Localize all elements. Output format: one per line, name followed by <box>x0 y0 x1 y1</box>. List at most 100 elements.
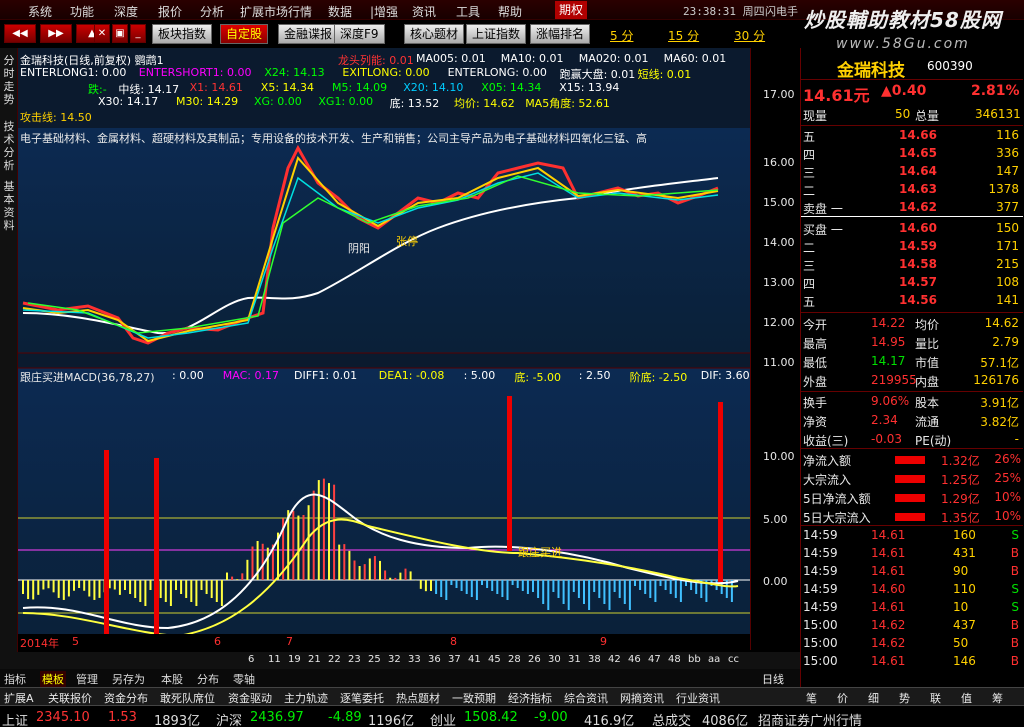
trade-row: 14:59 14.60 110 S <box>803 582 1023 599</box>
quote-tab[interactable]: 筹 <box>992 690 1003 706</box>
indicator-tab[interactable]: 零轴 <box>233 671 255 687</box>
left-tab[interactable]: 技术分析 <box>1 120 17 172</box>
indicator-value: MA020: 0.01 <box>578 52 649 65</box>
stat-value: 126176 <box>973 373 1019 387</box>
order-level: 买盘 一 <box>803 223 843 237</box>
first-page-icon[interactable]: ◀◀ <box>4 24 36 43</box>
macd-bar <box>98 580 101 598</box>
toolbar-button[interactable]: 深度F9 <box>334 24 385 44</box>
menu-item[interactable]: 扩展市场行情 <box>240 3 312 20</box>
last-page-icon[interactable]: ▶▶ <box>40 24 72 43</box>
indicator-value: X24: 14.13 <box>264 66 325 79</box>
toolbar-button[interactable]: 自定股 <box>220 24 269 44</box>
macd-bar <box>404 568 407 580</box>
quote-tab[interactable]: 笔 <box>806 690 817 706</box>
macd-bar <box>583 580 585 604</box>
period-tab[interactable]: 15 分 <box>668 27 699 44</box>
bottom-menu-item[interactable]: 经济指标 <box>508 690 552 706</box>
trade-price: 14.61 <box>871 654 906 668</box>
quote-tab[interactable]: 细 <box>868 690 879 706</box>
macd-bar <box>608 580 611 610</box>
menu-item[interactable]: 资讯 <box>412 3 436 20</box>
toolbar-button[interactable]: 板块指数 <box>152 24 213 44</box>
indicator-tab[interactable]: 指标 <box>4 671 26 687</box>
macd-bar <box>73 580 75 591</box>
macd-bar <box>333 484 336 580</box>
macd-bar <box>465 580 468 594</box>
quote-tab[interactable]: 值 <box>961 690 972 706</box>
bottom-menu-item[interactable]: 网摘资讯 <box>620 690 664 706</box>
menu-item[interactable]: 深度 <box>114 3 138 20</box>
macd-bar <box>644 580 647 594</box>
order-book-row: 四 14.65 336 <box>803 146 1023 163</box>
status-value: 总成交 <box>652 714 692 727</box>
bottom-menu-item[interactable]: 资金分布 <box>104 690 148 706</box>
quote-tab[interactable]: 势 <box>899 690 910 706</box>
indicator-tab[interactable]: 模板 <box>40 671 66 687</box>
menu-item[interactable]: 帮助 <box>498 3 522 20</box>
price-tick-label: 16.00 <box>763 156 795 169</box>
bottom-menu-item[interactable]: 资金驱动 <box>228 690 272 706</box>
close-small-icon[interactable]: ✕ <box>94 24 110 43</box>
toolbar-button[interactable]: 核心题材 <box>404 24 465 44</box>
day-tick: 11 <box>268 654 281 665</box>
restore-icon[interactable]: ▣ <box>112 24 128 43</box>
price-tick-label: 15.00 <box>763 196 795 209</box>
order-price: 14.59 <box>899 239 937 253</box>
indicator-tab[interactable]: 另存为 <box>112 671 145 687</box>
indicator-tab[interactable]: 分布 <box>197 671 219 687</box>
indicator-value: 跑赢大盘: 0.01 <box>559 68 636 81</box>
minimize-icon[interactable]: _ <box>130 24 146 43</box>
menu-item[interactable]: 功能 <box>70 3 94 20</box>
order-price: 14.62 <box>899 200 937 214</box>
bottom-menu-item[interactable]: 关联报价 <box>48 690 92 706</box>
bottom-menu-item[interactable]: 主力轨迹 <box>284 690 328 706</box>
left-tab[interactable]: 分时走势 <box>1 54 17 106</box>
bottom-menu-item[interactable]: 热点题材 <box>396 690 440 706</box>
toolbar-button[interactable]: 金融谍报 <box>278 24 339 44</box>
trade-volume: 90 <box>953 564 969 578</box>
chart-area[interactable]: 金瑞科技(日线,前复权) 鹦鹉1 龙头列能: 0.01 MA005: 0.01 MA… <box>18 48 750 650</box>
indicator-tab[interactable]: 管理 <box>76 671 98 687</box>
toolbar-button[interactable]: 上证指数 <box>466 24 527 44</box>
stat-label: 净资 <box>803 415 828 429</box>
indicator-value: X05: 14.34 <box>481 81 542 94</box>
macd-bar <box>547 580 550 610</box>
day-tick: 19 <box>288 654 301 665</box>
menu-item[interactable]: |增强 <box>370 3 398 20</box>
quote-tab[interactable]: 联 <box>930 690 941 706</box>
menu-options[interactable]: 期权 <box>555 1 588 19</box>
bottom-menu-item[interactable]: 行业资讯 <box>676 690 720 706</box>
status-value: 2436.97 <box>250 710 304 725</box>
menu-item[interactable]: 分析 <box>200 3 224 20</box>
status-value: 416.9亿 <box>584 714 635 727</box>
toolbar-button[interactable]: 涨幅排名 <box>530 24 591 44</box>
bottom-menu-item[interactable]: 扩展A <box>4 690 34 706</box>
menu-item[interactable]: 工具 <box>456 3 480 20</box>
quote-tab[interactable]: 价 <box>837 690 848 706</box>
bottom-menu-item[interactable]: 逐笔委托 <box>340 690 384 706</box>
order-level: 卖盘 一 <box>803 202 843 216</box>
order-book-row: 买盘 一 14.60 150 <box>803 221 1023 238</box>
flash-trade-menu[interactable]: 闪电手 <box>765 3 798 19</box>
status-value: 沪深 <box>216 714 243 727</box>
price-tick-label: 17.00 <box>763 88 795 101</box>
period-tab[interactable]: 5 分 <box>610 27 633 44</box>
order-price: 14.65 <box>899 146 937 160</box>
period-label[interactable]: 日线 <box>762 671 784 687</box>
bottom-menu-item[interactable]: 一致预期 <box>452 690 496 706</box>
menu-item[interactable]: 报价 <box>158 3 182 20</box>
trade-volume: 437 <box>953 618 976 632</box>
bottom-menu-item[interactable]: 综合资讯 <box>564 690 608 706</box>
menu-item[interactable]: 数据 <box>328 3 352 20</box>
bottom-menu-item[interactable]: 敢死队席位 <box>160 690 215 706</box>
macd-bar <box>169 580 172 606</box>
macd-bar <box>231 576 234 580</box>
macd-bar <box>460 580 463 591</box>
period-tab[interactable]: 30 分 <box>734 27 765 44</box>
menu-item[interactable]: 系统 <box>28 3 52 20</box>
flow-pct: 26% <box>994 452 1021 466</box>
left-tab[interactable]: 基本资料 <box>1 180 17 232</box>
indicator-tab[interactable]: 本股 <box>161 671 183 687</box>
order-level: 三 <box>803 259 816 273</box>
